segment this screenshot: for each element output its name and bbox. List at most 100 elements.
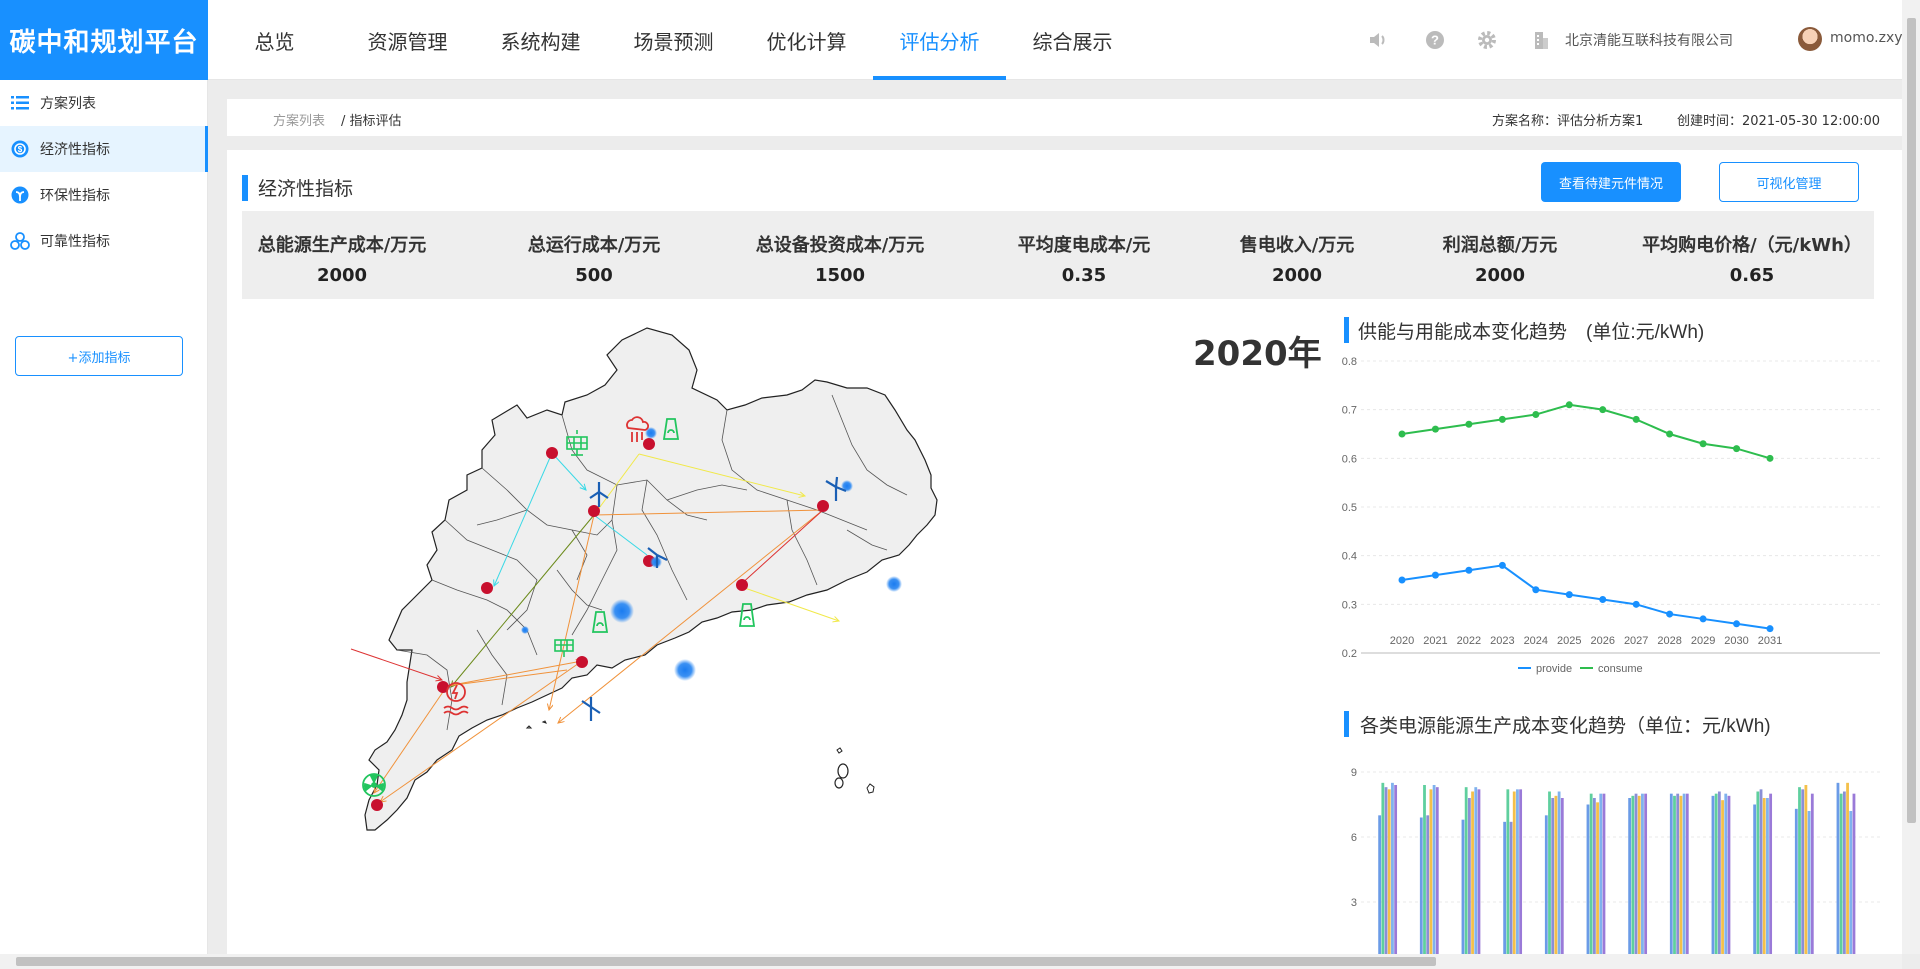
bar-2024-s0[interactable]: [1544, 815, 1548, 954]
cost-trend-line-chart[interactable]: 供能与用能成本变化趋势 (单位:元/kWh) 0.2 0.3 0.4 0.5 0.6 0.…: [1337, 310, 1902, 690]
bar-2030-s0[interactable]: [1794, 808, 1798, 954]
nav-tab-1[interactable]: 资源管理: [341, 0, 474, 80]
username[interactable]: momo.zxy: [1830, 30, 1903, 46]
data-point-provide[interactable]: [1498, 561, 1506, 569]
bar-2029-s0[interactable]: [1753, 804, 1757, 955]
bar-2029-s2[interactable]: [1759, 789, 1763, 954]
bar-2021-s4[interactable]: [1432, 785, 1436, 954]
data-point-consume[interactable]: [1498, 415, 1506, 423]
bar-2021-s3[interactable]: [1429, 789, 1433, 954]
bar-2025-s5[interactable]: [1602, 793, 1606, 954]
bar-2026-s5[interactable]: [1644, 793, 1648, 954]
bar-2025-s4[interactable]: [1599, 793, 1603, 954]
sidebar-item-scheme-list[interactable]: 方案列表: [0, 80, 208, 126]
source-cost-bar-chart[interactable]: 各类电源能源生产成本变化趋势（单位：元/kWh) 3 6 9: [1337, 705, 1902, 954]
data-point-provide[interactable]: [1398, 576, 1406, 584]
help-icon[interactable]: ?: [1424, 29, 1446, 51]
data-point-consume[interactable]: [1666, 430, 1674, 438]
data-point-provide[interactable]: [1565, 591, 1573, 599]
bar-2029-s1[interactable]: [1756, 791, 1760, 955]
bar-2025-s2[interactable]: [1592, 798, 1596, 954]
bar-2031-s4[interactable]: [1849, 811, 1853, 954]
bar-2028-s4[interactable]: [1724, 793, 1728, 954]
bar-2026-s1[interactable]: [1631, 795, 1635, 954]
bar-2030-s3[interactable]: [1804, 785, 1808, 954]
nav-tab-0[interactable]: 总览: [208, 0, 341, 80]
data-point-consume[interactable]: [1431, 425, 1439, 433]
bar-2027-s2[interactable]: [1676, 793, 1680, 954]
data-point-provide[interactable]: [1599, 595, 1607, 603]
bar-2022-s1[interactable]: [1464, 787, 1468, 954]
sidebar-item-economic[interactable]: $ 经济性指标: [0, 126, 208, 172]
bar-2027-s5[interactable]: [1685, 793, 1689, 954]
bar-2024-s5[interactable]: [1560, 798, 1564, 954]
bar-2022-s0[interactable]: [1461, 819, 1465, 954]
bar-2030-s1[interactable]: [1798, 787, 1801, 954]
bar-2021-s0[interactable]: [1419, 817, 1423, 955]
data-point-provide[interactable]: [1666, 610, 1674, 618]
nav-tab-4[interactable]: 优化计算: [740, 0, 873, 80]
bar-2028-s2[interactable]: [1717, 791, 1721, 955]
horizontal-scroll-thumb[interactable]: [16, 957, 1436, 966]
settings-icon[interactable]: [1476, 29, 1498, 51]
data-point-provide[interactable]: [1733, 620, 1741, 628]
bar-2028-s1[interactable]: [1714, 793, 1718, 954]
bar-2021-s2[interactable]: [1426, 815, 1430, 954]
data-point-consume[interactable]: [1465, 420, 1473, 428]
app-logo-title[interactable]: 碳中和规划平台: [0, 0, 208, 80]
bar-2030-s4[interactable]: [1807, 811, 1811, 954]
bar-2022-s2[interactable]: [1467, 798, 1471, 954]
nav-tab-3[interactable]: 场景预测: [607, 0, 740, 80]
bar-2023-s3[interactable]: [1512, 791, 1516, 955]
bar-2023-s0[interactable]: [1503, 821, 1507, 954]
data-point-consume[interactable]: [1733, 445, 1741, 453]
bar-2029-s4[interactable]: [1766, 798, 1769, 954]
bar-2022-s4[interactable]: [1474, 787, 1478, 954]
bar-2030-s2[interactable]: [1801, 789, 1805, 954]
data-point-consume[interactable]: [1699, 440, 1707, 448]
data-point-consume[interactable]: [1599, 406, 1607, 414]
line-legend[interactable]: provide consume: [1518, 663, 1643, 675]
sidebar-item-reliability[interactable]: 可靠性指标: [0, 218, 208, 264]
bar-2020-s0[interactable]: [1378, 815, 1382, 954]
nav-tab-6[interactable]: 综合展示: [1006, 0, 1139, 80]
bar-2027-s1[interactable]: [1673, 795, 1676, 954]
bar-2031-s3[interactable]: [1846, 782, 1849, 954]
data-point-provide[interactable]: [1632, 600, 1640, 608]
energy-map[interactable]: [227, 310, 1317, 954]
bar-2020-s3[interactable]: [1387, 789, 1391, 954]
bar-2023-s5[interactable]: [1519, 789, 1523, 954]
bar-2022-s3[interactable]: [1471, 791, 1474, 955]
nav-tab-2[interactable]: 系统构建: [474, 0, 607, 80]
bar-2020-s2[interactable]: [1384, 787, 1388, 954]
bar-2022-s5[interactable]: [1477, 789, 1481, 954]
data-point-provide[interactable]: [1465, 566, 1473, 574]
bar-2026-s0[interactable]: [1628, 798, 1632, 954]
data-point-provide[interactable]: [1532, 586, 1540, 594]
bar-2027-s3[interactable]: [1679, 795, 1683, 954]
data-point-consume[interactable]: [1532, 411, 1540, 419]
vertical-scroll-thumb[interactable]: [1907, 18, 1916, 823]
bar-2025-s0[interactable]: [1586, 804, 1590, 955]
bar-2026-s2[interactable]: [1634, 793, 1638, 954]
data-point-provide[interactable]: [1766, 625, 1774, 633]
bar-2024-s1[interactable]: [1548, 791, 1551, 955]
data-point-provide[interactable]: [1699, 615, 1707, 623]
bar-2023-s4[interactable]: [1516, 789, 1519, 954]
bar-2020-s5[interactable]: [1394, 785, 1398, 954]
view-pending-components-button[interactable]: 查看待建元件情况: [1541, 162, 1681, 202]
add-indicator-button[interactable]: +添加指标: [15, 336, 183, 376]
bar-2020-s1[interactable]: [1381, 782, 1385, 954]
bar-2031-s2[interactable]: [1842, 791, 1846, 955]
bar-2024-s3[interactable]: [1554, 795, 1558, 954]
nav-tab-5[interactable]: 评估分析: [873, 0, 1006, 80]
bar-2024-s4[interactable]: [1557, 791, 1561, 955]
bar-2021-s1[interactable]: [1423, 785, 1426, 954]
bar-2023-s1[interactable]: [1506, 789, 1510, 954]
vertical-scrollbar[interactable]: [1902, 0, 1920, 954]
bar-2023-s2[interactable]: [1509, 821, 1513, 954]
breadcrumb-parent[interactable]: 方案列表: [273, 110, 325, 129]
bar-2024-s2[interactable]: [1551, 798, 1555, 954]
bar-2028-s5[interactable]: [1727, 795, 1731, 954]
horizontal-scrollbar[interactable]: [0, 954, 1902, 969]
